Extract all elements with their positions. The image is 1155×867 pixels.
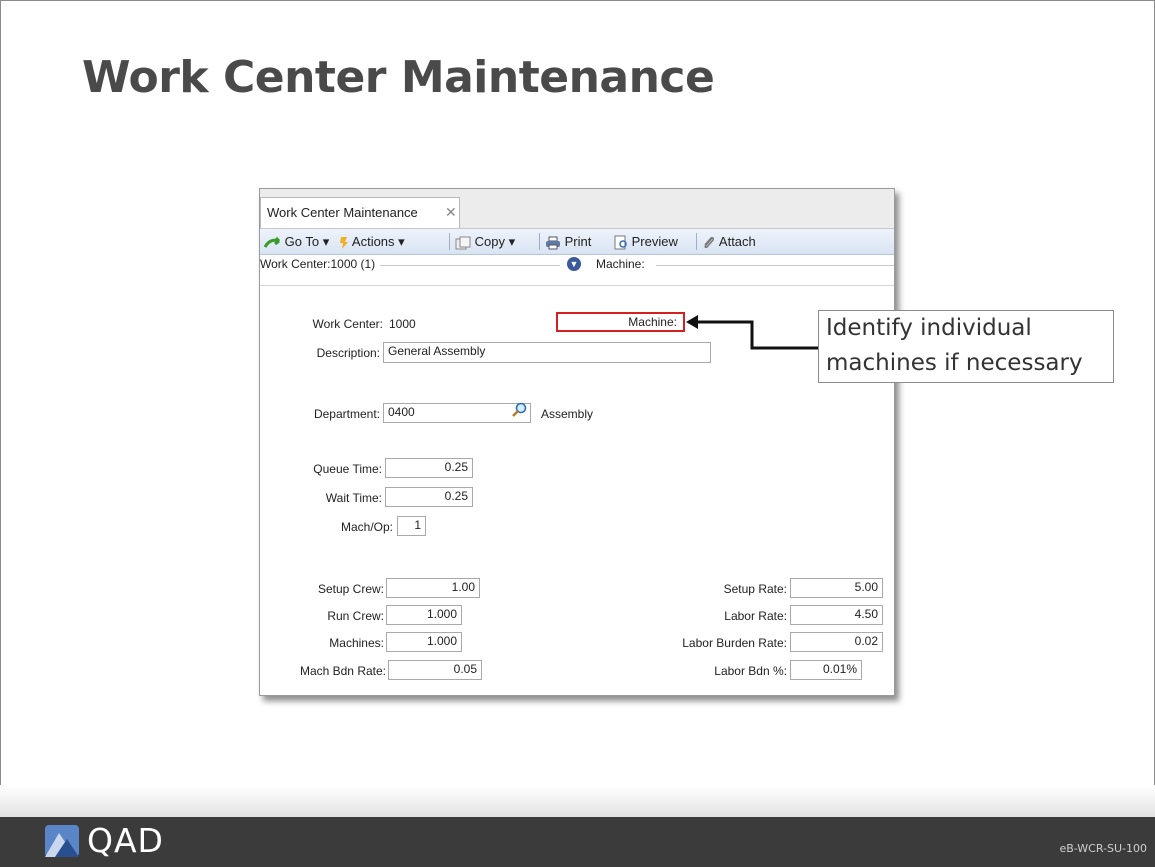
- footer-bar: [0, 817, 1155, 867]
- document-code: eB-WCR-SU-100: [1059, 842, 1147, 855]
- qad-logo-icon: [45, 825, 79, 857]
- callout-box: Identify individual machines if necessar…: [818, 310, 1114, 383]
- callout-arrow: [686, 315, 818, 350]
- callout-line-2: machines if necessary: [826, 350, 1083, 376]
- footer-fade: [0, 785, 1155, 817]
- callout-line-1: Identify individual: [826, 315, 1032, 341]
- qad-logo-text: QAD: [87, 821, 164, 860]
